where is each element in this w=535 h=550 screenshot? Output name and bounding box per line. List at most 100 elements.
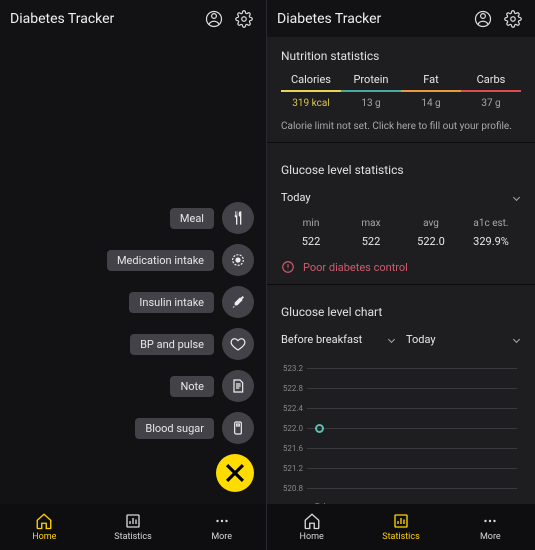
gridline <box>307 448 517 449</box>
calorie-limit-notice[interactable]: Calorie limit not set. Click here to fil… <box>281 121 521 132</box>
gridline <box>307 488 517 489</box>
gridline <box>307 368 517 369</box>
heart-icon <box>222 328 254 360</box>
bottom-nav: Home Statistics More <box>267 504 535 550</box>
fab-meal[interactable]: Meal <box>170 202 254 234</box>
y-tick: 522.4 <box>281 404 307 413</box>
stat-value: 522 <box>281 235 341 248</box>
nav-more[interactable]: More <box>177 504 266 550</box>
nav-statistics[interactable]: Statistics <box>89 504 178 550</box>
tab-value: 319 kcal <box>281 92 341 109</box>
more-icon <box>213 512 231 530</box>
nutrition-card: Nutrition statistics Calories 319 kcal P… <box>267 37 535 143</box>
tab-fat[interactable]: Fat 14 g <box>401 73 461 109</box>
dropdown-value: Before breakfast <box>281 333 362 346</box>
utensils-icon <box>222 202 254 234</box>
y-tick: 521.6 <box>281 444 307 453</box>
card-title: Nutrition statistics <box>281 49 521 63</box>
home-screen: Diabetes Tracker Meal Medication intake <box>0 0 267 550</box>
stat-value: 329.9% <box>461 235 521 248</box>
quick-add-menu: Meal Medication intake Insulin intake BP… <box>107 202 254 492</box>
tab-value: 14 g <box>401 92 461 109</box>
stat-label: avg <box>401 218 461 229</box>
tab-protein[interactable]: Protein 13 g <box>341 73 401 109</box>
gridline <box>307 408 517 409</box>
tab-calories[interactable]: Calories 319 kcal <box>281 73 341 109</box>
nav-label: Statistics <box>382 532 419 542</box>
home-icon <box>303 512 321 530</box>
nav-statistics[interactable]: Statistics <box>356 504 445 550</box>
note-icon <box>222 370 254 402</box>
tab-value: 37 g <box>461 92 521 109</box>
fab-insulin[interactable]: Insulin intake <box>129 286 254 318</box>
nav-more[interactable]: More <box>446 504 535 550</box>
fab-label: Insulin intake <box>129 292 214 313</box>
bottom-nav: Home Statistics More <box>0 504 266 550</box>
more-icon <box>481 512 499 530</box>
fab-close-button[interactable] <box>216 454 254 492</box>
profile-icon[interactable] <box>471 7 495 31</box>
chart-icon <box>392 512 410 530</box>
nav-label: Home <box>300 532 324 542</box>
diabetes-warning: Poor diabetes control <box>281 260 521 274</box>
nav-label: More <box>480 532 501 542</box>
fab-label: Meal <box>170 208 214 229</box>
stat-avg: avg 522.0 <box>401 218 461 248</box>
nav-home[interactable]: Home <box>267 504 356 550</box>
y-tick: 523.2 <box>281 364 307 373</box>
settings-icon[interactable] <box>232 7 256 31</box>
nav-label: More <box>211 532 232 542</box>
y-tick: 522.8 <box>281 384 307 393</box>
stat-label: a1c est. <box>461 218 521 229</box>
dropper-icon <box>222 286 254 318</box>
period-dropdown[interactable]: Today <box>281 187 521 208</box>
fab-medication[interactable]: Medication intake <box>107 244 254 276</box>
fab-blood-sugar[interactable]: Blood sugar <box>135 412 254 444</box>
period-filter-dropdown[interactable]: Today <box>406 329 521 350</box>
header: Diabetes Tracker <box>0 0 266 37</box>
y-tick: 522.0 <box>281 424 307 433</box>
meal-filter-dropdown[interactable]: Before breakfast <box>281 329 396 350</box>
chart-icon <box>124 512 142 530</box>
fab-note[interactable]: Note <box>170 370 254 402</box>
fab-label: BP and pulse <box>130 334 214 355</box>
stat-min: min 522 <box>281 218 341 248</box>
stat-value: 522 <box>341 235 401 248</box>
tab-label: Calories <box>281 73 341 90</box>
stat-a1c: a1c est. 329.9% <box>461 218 521 248</box>
tab-label: Fat <box>401 73 461 90</box>
glucometer-icon <box>222 412 254 444</box>
gridline <box>307 468 517 469</box>
y-tick: 521.2 <box>281 464 307 473</box>
tab-label: Carbs <box>461 73 521 90</box>
glucose-stats-card: Glucose level statistics Today min 522 m… <box>267 151 535 285</box>
y-tick: 520.8 <box>281 484 307 493</box>
gridline <box>307 388 517 389</box>
stat-max: max 522 <box>341 218 401 248</box>
glucose-stats-row: min 522 max 522 avg 522.0 a1c est. 329.9… <box>281 218 521 248</box>
glucose-chart: 523.2 522.8 522.4 522.0 521.6 521.2 520.… <box>281 358 521 504</box>
nav-label: Statistics <box>114 532 151 542</box>
pill-icon <box>222 244 254 276</box>
nutrition-tabs: Calories 319 kcal Protein 13 g Fat 14 g … <box>281 73 521 109</box>
fab-bp-pulse[interactable]: BP and pulse <box>130 328 254 360</box>
profile-icon[interactable] <box>202 7 226 31</box>
data-point <box>315 424 324 433</box>
stat-label: max <box>341 218 401 229</box>
stat-value: 522.0 <box>401 235 461 248</box>
fab-label: Medication intake <box>107 250 214 271</box>
fab-label: Note <box>170 376 214 397</box>
warning-text: Poor diabetes control <box>303 261 408 274</box>
app-title: Diabetes Tracker <box>10 11 196 27</box>
tab-carbs[interactable]: Carbs 37 g <box>461 73 521 109</box>
card-title: Glucose level chart <box>281 305 521 319</box>
settings-icon[interactable] <box>501 7 525 31</box>
nav-home[interactable]: Home <box>0 504 89 550</box>
gridline <box>307 428 517 429</box>
dropdown-value: Today <box>281 191 311 204</box>
statistics-screen: Diabetes Tracker Nutrition statistics Ca… <box>267 0 535 550</box>
dropdown-value: Today <box>406 333 436 346</box>
tab-label: Protein <box>341 73 401 90</box>
chevron-down-icon <box>513 336 520 343</box>
fab-label: Blood sugar <box>135 418 214 439</box>
